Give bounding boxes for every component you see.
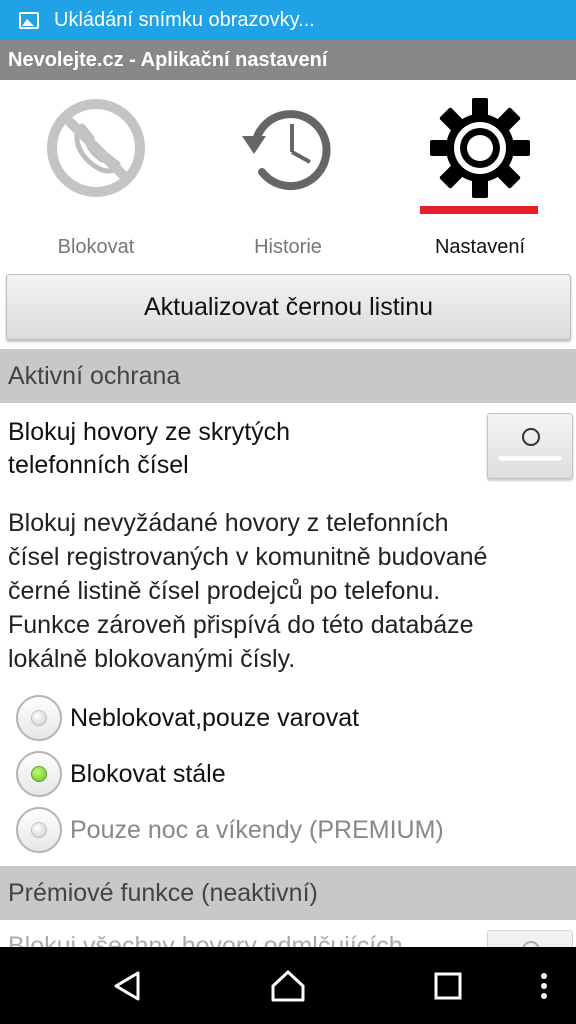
premium-toggle[interactable] (487, 930, 573, 947)
premium-row-label: Blokuj všechny hovory odmlčujících (8, 932, 403, 947)
premium-row-partial: Blokuj všechny hovory odmlčujících (8, 930, 478, 947)
tab-blokovat[interactable]: Blokovat (0, 80, 192, 270)
premium-toggle-body (487, 930, 573, 947)
toggle-knob (522, 428, 540, 446)
gear-icon (430, 98, 530, 198)
tab-label-historie: Historie (254, 236, 322, 258)
radio-option-block-always[interactable]: Blokovat stále (16, 749, 556, 799)
radio-indicator (32, 711, 46, 725)
tab-nastaveni[interactable]: Nastavení (384, 80, 576, 270)
description-line1: Blokuj nevyžádané hovory z telefonních (8, 509, 449, 537)
recents-button[interactable] (416, 947, 480, 1024)
app-title-bar: Nevolejte.cz - Aplikační nastavení (0, 40, 576, 80)
tab-bar: Blokovat Historie Nastavení (0, 80, 576, 270)
radio-label: Blokovat stále (70, 759, 226, 788)
hidden-numbers-label-line2: telefonních čísel (8, 451, 189, 479)
overflow-menu-button[interactable] (528, 947, 560, 1024)
overflow-menu-icon (541, 972, 547, 999)
radio-button[interactable] (16, 695, 62, 741)
tab-historie[interactable]: Historie (192, 80, 384, 270)
history-clock-icon (242, 110, 331, 191)
back-icon (114, 971, 140, 1000)
active-tab-indicator (420, 206, 538, 214)
section-header-active-protection: Aktivní ochrana (0, 349, 576, 403)
tab-label-blokovat: Blokovat (57, 236, 135, 258)
update-blacklist-button[interactable]: Aktualizovat černou listinu (6, 274, 571, 340)
toggle-track (498, 456, 562, 461)
radio-label: Pouze noc a víkendy (PREMIUM) (70, 815, 444, 844)
status-bar: Ukládání snímku obrazovky... (0, 0, 576, 40)
page-title: Nevolejte.cz - Aplikační nastavení (8, 48, 328, 71)
radio-button[interactable] (16, 807, 62, 853)
description-line2: čísel registrovaných v komunitně budovan… (8, 543, 488, 571)
section-header-premium: Prémiové funkce (neaktivní) (0, 866, 576, 920)
radio-option-warn-only[interactable]: Neblokovat,pouze varovat (16, 693, 556, 743)
blocked-phone-icon (47, 99, 145, 197)
system-nav-bar (0, 947, 576, 1024)
home-icon (271, 970, 305, 1001)
back-button[interactable] (96, 947, 160, 1024)
tab-label-nastaveni: Nastavení (434, 236, 526, 258)
blocking-description: Blokuj nevyžádané hovory z telefonních č… (8, 506, 570, 676)
radio-button-selected[interactable] (16, 751, 62, 797)
recents-icon (434, 972, 462, 999)
description-line3: černé listině čísel prodejců po telefonu… (8, 577, 441, 605)
radio-option-night-weekends[interactable]: Pouze noc a víkendy (PREMIUM) (16, 805, 556, 855)
hidden-numbers-label: Blokuj hovory ze skrytých telefonních čí… (8, 416, 468, 482)
home-button[interactable] (256, 947, 320, 1024)
image-icon (19, 11, 39, 29)
description-line5: lokálně blokovanými čísly. (8, 645, 296, 673)
hidden-numbers-toggle[interactable] (487, 413, 573, 479)
radio-indicator (32, 823, 46, 837)
radio-label: Neblokovat,pouze varovat (70, 703, 360, 732)
status-notification-text: Ukládání snímku obrazovky... (54, 8, 315, 31)
radio-indicator (32, 767, 46, 781)
description-line4: Funkce zároveň přispívá do této databáze (8, 611, 474, 639)
hidden-numbers-label-line1: Blokuj hovory ze skrytých (8, 418, 291, 446)
